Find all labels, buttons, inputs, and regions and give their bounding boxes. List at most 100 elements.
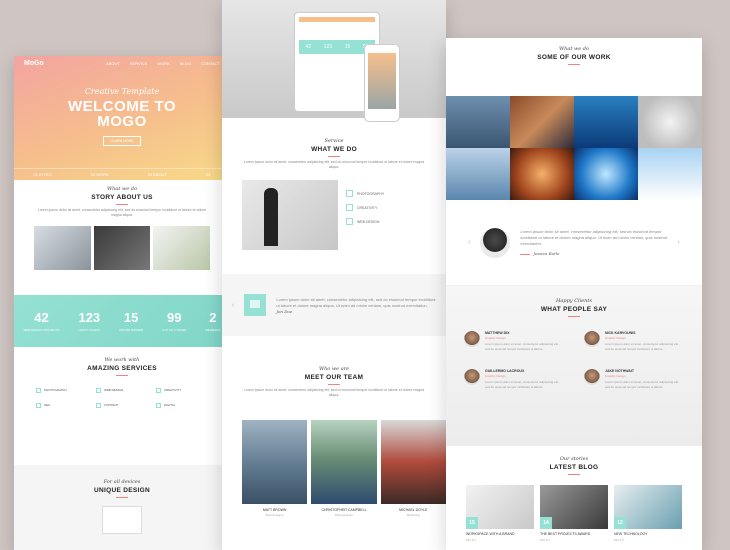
service-icon [96,403,101,408]
what-we-do-section: Service WHAT WE DO Lorem ipsum dolor sit… [222,118,446,274]
team-section: Who we are MEET OUR TEAM Lorem ipsum dol… [222,336,446,517]
camera-photo [93,226,151,270]
counter-label: HAPPY CLIENT [78,328,101,332]
accordion-item[interactable]: WEB DESIGN [346,218,426,225]
counter-item: 2 MEMBERS [205,310,220,332]
divider [568,316,580,317]
counter-number: 99 [166,310,182,325]
post-image: 15 [466,485,534,529]
wwd-script: Service [324,138,344,144]
counter-item: 123 HAPPY CLIENT [78,310,100,332]
nav-link-contact[interactable]: CONTACT [201,61,220,66]
hero-slide-1[interactable]: 01 INTRO [34,172,52,177]
unique-design-section: For all devices UNIQUE DESIGN [14,465,230,550]
client-body: NICK KARVOUNIS Graphic Design Lorem ipsu… [605,331,684,351]
blog-post[interactable]: 12 NEW TECHNOLOGY 542 1/7 [614,485,682,542]
counter-number: 42 [34,310,49,325]
service-item[interactable]: DIGITAL [156,403,208,408]
team-member[interactable]: CHRISTOPHER CAMPBELL Photographer [311,420,377,517]
client-body: MATTHEW DIX Graphic Design Lorem ipsum d… [485,331,564,351]
work-gallery [446,96,702,200]
counter-number: 123 [78,310,101,325]
service-item[interactable]: PHOTOGRAPHY [36,388,88,393]
service-item[interactable]: CREATIVITY [156,388,208,393]
blog-post[interactable]: 15 WORKSPACE WITH A BRAND 542 1/7 [466,485,534,542]
phone-screen [368,53,396,109]
gallery-item[interactable] [574,96,638,148]
nav-link-about[interactable]: ABOUT [106,61,120,66]
learn-more-button[interactable]: LEARN MORE [103,136,141,146]
gallery-item[interactable] [638,96,702,148]
gallery-item[interactable] [510,96,574,148]
desk-photo [34,226,91,270]
member-photo [242,420,308,504]
counter-label: MEMBERS [205,328,221,332]
service-item[interactable]: SEO [36,403,88,408]
tablet-stat: 123 [323,44,332,50]
accordion-label: PHOTOGRAPHY [357,191,385,196]
hero-slide-4[interactable]: 04 [206,172,210,177]
gallery-item[interactable] [446,148,510,200]
gallery-item[interactable] [510,148,574,200]
chevron-left-icon[interactable]: ‹ [468,239,470,246]
blog-post[interactable]: 14 THE BEST PROJECTS AWARD 542 1/7 [540,485,608,542]
counter-label: CUP OF COFFEE [162,328,187,332]
service-label: CREATIVITY [164,388,182,392]
gallery-item[interactable] [446,96,510,148]
service-item[interactable]: CONTENT [96,403,148,408]
accordion-item[interactable]: CREATIVITY [346,204,426,211]
counter-label: WEB DESIGN PROJECTS [23,328,60,332]
avatar [584,369,600,385]
service-icon [156,388,161,393]
post-title: THE BEST PROJECTS AWARD [540,532,591,536]
post-date: 15 [466,517,478,529]
services-grid: PHOTOGRAPHY WEB DESIGN CREATIVITY SEO CO… [14,388,230,408]
member-photo [311,420,377,504]
story-text: Lorem ipsum dolor sit amet, consectetur … [37,208,207,217]
gallery-item[interactable] [638,148,702,200]
service-label: DIGITAL [164,403,176,407]
tablet-stat: 42 [305,44,311,50]
service-item[interactable]: WEB DESIGN [96,388,148,393]
accordion-item[interactable]: PHOTOGRAPHY [346,190,426,197]
post-date: 12 [614,517,626,529]
blog-script: Our stories [559,456,589,462]
team-member[interactable]: MICHAEL DOYLE Marketing [380,420,446,517]
hero-title: WELCOME TO MOGO [14,99,230,129]
chevron-left-icon[interactable]: ‹ [232,302,234,309]
service-icon [96,388,101,393]
nav-link-service[interactable]: SERVICE [130,61,148,66]
member-name: CHRISTOPHER CAMPBELL [321,508,367,512]
work-section: What we do SOME OF OUR WORK [446,38,702,96]
avatar [464,369,480,385]
work-script: What we do [559,46,589,52]
post-date: 14 [540,517,552,529]
nav-link-blog[interactable]: BLOG [180,61,191,66]
counter-number: 15 [123,310,139,325]
counters-band: 42 WEB DESIGN PROJECTS 123 HAPPY CLIENT … [14,295,230,347]
service-label: CONTENT [104,403,119,407]
hero-slide-2[interactable]: 02 WORK [91,172,109,177]
chevron-right-icon[interactable]: › [678,239,680,246]
service-icon [36,403,41,408]
blog-title: LATEST BLOG [549,464,599,471]
clients-section: Happy Clients WHAT PEOPLE SAY MATTHEW DI… [446,286,702,446]
brand-logo[interactable]: MoGo [24,60,44,67]
gallery-item[interactable] [574,148,638,200]
service-label: PHOTOGRAPHY [44,388,68,392]
nav-link-work[interactable]: WORK [157,61,169,66]
client-name: NICK KARVOUNIS [605,331,636,335]
team-title: MEET OUR TEAM [304,374,364,381]
device-mockup [102,506,142,534]
blog-section: Our stories LATEST BLOG 15 WORKSPACE WIT… [446,446,702,542]
hero-slide-3[interactable]: 03 ABOUT [148,172,167,177]
post-meta: 542 1/7 [614,538,625,542]
services-script: We work with [104,357,140,363]
clients-title: WHAT PEOPLE SAY [540,306,608,313]
team-member[interactable]: MATT BROWN Web designer [242,420,308,517]
client-body: JAKE NOTHWAIT Graphic Design Lorem ipsum… [605,369,684,389]
divider [520,253,531,255]
counter-item: 15 AWARD WINNER [119,310,143,332]
avatar [464,331,480,347]
hero-section: MoGo ABOUT SERVICE WORK BLOG CONTACT Cre… [14,56,230,180]
